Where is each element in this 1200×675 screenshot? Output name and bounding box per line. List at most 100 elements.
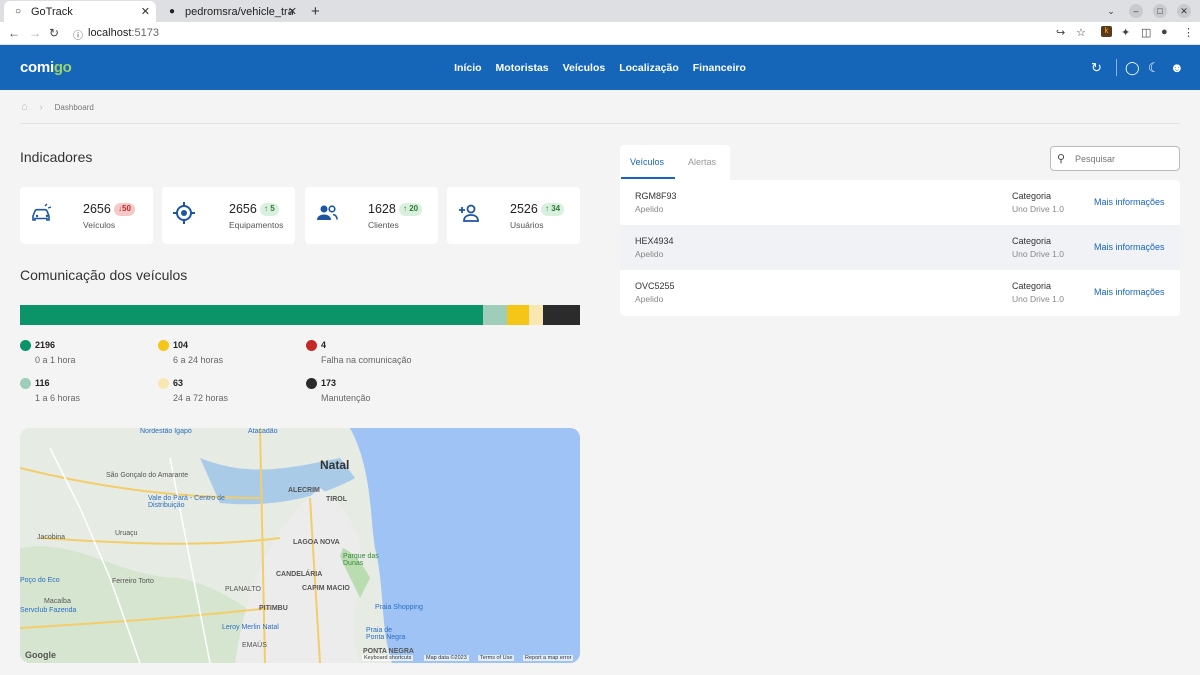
card-clientes[interactable]: 1628 ↑ 20 Clientes <box>305 187 438 244</box>
chevron-right-icon: › <box>39 102 43 112</box>
breadcrumb: ⌂ › Dashboard <box>21 101 94 113</box>
list-item[interactable]: RGM8F93 Apelido Categoria Uno Drive 1.0 … <box>620 180 1180 225</box>
chat-icon[interactable]: ◯ <box>1125 60 1140 76</box>
map-city-label: Natal <box>320 458 350 472</box>
legend-dot <box>158 378 169 389</box>
legend-label: 1 a 6 horas <box>35 393 81 403</box>
search-box[interactable]: ⚲ <box>1050 146 1180 171</box>
map-footer-link[interactable]: Terms of Use <box>478 655 515 661</box>
user-icon[interactable]: ☻ <box>1170 60 1184 75</box>
close-icon[interactable]: ✕ <box>141 5 150 18</box>
legend-label: 6 a 24 horas <box>173 355 224 365</box>
map-poi[interactable]: Poço do Eco <box>20 577 60 584</box>
card-value: 2656 <box>83 202 111 216</box>
delta-badge: ↑ 34 <box>541 203 565 216</box>
nav-financeiro[interactable]: Financeiro <box>693 62 746 74</box>
legend-value: 4 <box>321 340 327 350</box>
more-info-link[interactable]: Mais informações <box>1094 242 1165 252</box>
back-icon[interactable]: ← <box>8 26 20 40</box>
close-window-icon[interactable]: ✕ <box>1177 4 1191 18</box>
url-host: localhost <box>88 27 132 39</box>
card-equipamentos[interactable]: 2656 ↑ 5 Equipamentos <box>162 187 295 244</box>
vehicle-plate: RGM8F93 <box>635 191 677 201</box>
legend-value: 63 <box>173 378 184 388</box>
address-bar: ← → ↻ ⓘ localhost:5173 ↪ ☆ k ✦ ◫ ● ⋮ <box>0 22 1200 45</box>
delta-value: 50 <box>122 204 131 213</box>
card-label: Usuários <box>510 220 544 230</box>
map-footer-link[interactable]: Keyboard shortcuts <box>362 655 414 661</box>
card-value: 2656 <box>229 202 257 216</box>
new-tab-icon[interactable]: + <box>311 3 320 20</box>
kebab-menu-icon[interactable]: ⋮ <box>1183 26 1194 39</box>
search-input[interactable] <box>1075 152 1175 166</box>
map-label-text: São Gonçalo do Amarante <box>106 472 189 479</box>
active-tab-indicator <box>621 177 675 179</box>
nav-motoristas[interactable]: Motoristas <box>496 62 549 74</box>
map-poi[interactable]: Servclub Fazenda <box>20 607 76 614</box>
browser-tab-github[interactable]: ● pedromsra/vehicle_track ✕ <box>158 1 303 22</box>
nav-inicio[interactable]: Início <box>454 62 481 74</box>
browser-tab-gotrack[interactable]: ○ GoTrack ✕ <box>4 1 156 22</box>
vehicle-nickname: Apelido <box>635 294 664 304</box>
legend-label: Falha na comunicação <box>321 355 412 365</box>
map-poi[interactable]: Praia de Ponta Negra <box>366 627 406 641</box>
profile-icon[interactable]: ● <box>1161 26 1168 38</box>
delta-value: 34 <box>551 204 561 213</box>
home-icon[interactable]: ⌂ <box>21 101 28 113</box>
close-icon[interactable]: ✕ <box>288 5 297 18</box>
card-usuarios[interactable]: 2526 ↑ 34 Usuários <box>447 187 580 244</box>
bar-segment <box>483 305 508 325</box>
map-footer-link[interactable]: Report a map error <box>523 655 574 661</box>
forward-icon[interactable]: → <box>29 26 41 40</box>
tab-veiculos[interactable]: Veículos <box>630 157 664 167</box>
chevron-down-icon[interactable]: ⌄ <box>1104 4 1118 18</box>
more-info-link[interactable]: Mais informações <box>1094 197 1165 207</box>
card-label: Equipamentos <box>229 220 284 230</box>
more-info-link[interactable]: Mais informações <box>1094 287 1165 297</box>
extension-icon[interactable]: k <box>1101 26 1112 37</box>
google-logo: Google <box>25 650 56 660</box>
legend-label: 24 a 72 horas <box>173 393 229 403</box>
url-field[interactable]: localhost:5173 <box>88 27 159 39</box>
moon-icon[interactable]: ☾ <box>1148 60 1160 76</box>
reload-icon[interactable]: ↻ <box>49 26 59 40</box>
map-label: Parque das Dunas <box>343 553 379 567</box>
card-value: 2526 <box>510 202 538 216</box>
communication-bar <box>20 305 580 325</box>
list-item[interactable]: HEX4934 Apelido Categoria Uno Drive 1.0 … <box>620 225 1180 270</box>
nav-localizacao[interactable]: Localização <box>619 62 679 74</box>
map-poi[interactable]: Vale do Pará - Centro de Distribuição <box>148 495 248 509</box>
restore-icon[interactable]: □ <box>1153 4 1167 18</box>
legend-value: 104 <box>173 340 189 350</box>
bar-segment <box>543 305 580 325</box>
indicators-title: Indicadores <box>20 149 93 165</box>
map-label: PONTA NEGRA <box>363 648 414 655</box>
refresh-icon[interactable]: ↻ <box>1091 60 1102 76</box>
card-veiculos[interactable]: 2656 ↓50 Veículos <box>20 187 153 244</box>
map-poi[interactable]: Praia Shopping <box>375 604 423 611</box>
tab-alertas[interactable]: Alertas <box>688 157 716 167</box>
github-icon: ● <box>168 6 176 17</box>
puzzle-icon[interactable]: ✦ <box>1121 26 1130 39</box>
legend-label: Manutenção <box>321 393 371 403</box>
map[interactable]: Natal São Gonçalo do Amarante Jacobina U… <box>20 428 580 663</box>
legend-dot <box>306 340 317 351</box>
nav-veiculos[interactable]: Veículos <box>563 62 606 74</box>
list-item[interactable]: OVC5255 Apelido Categoria Uno Drive 1.0 … <box>620 270 1180 315</box>
map-label: CANDELÁRIA <box>276 571 323 578</box>
share-icon[interactable]: ↪ <box>1056 26 1065 39</box>
map-poi[interactable]: Nordestão Igapó <box>140 428 192 435</box>
sidepanel-icon[interactable]: ◫ <box>1141 26 1151 39</box>
minimize-icon[interactable]: – <box>1129 4 1143 18</box>
category-label: Categoria <box>1012 236 1052 246</box>
info-icon[interactable]: ⓘ <box>73 27 83 42</box>
url-port: :5173 <box>131 27 159 39</box>
map-label: Uruaçu <box>115 530 138 537</box>
car-icon <box>32 203 52 221</box>
divider <box>20 123 1180 124</box>
star-icon[interactable]: ☆ <box>1076 26 1086 39</box>
map-poi[interactable]: Atacadão <box>248 428 278 435</box>
map-poi[interactable]: Leroy Merlin Natal <box>222 624 279 631</box>
map-label: PLANALTO <box>225 586 261 593</box>
map-label: Jacobina <box>37 534 66 541</box>
